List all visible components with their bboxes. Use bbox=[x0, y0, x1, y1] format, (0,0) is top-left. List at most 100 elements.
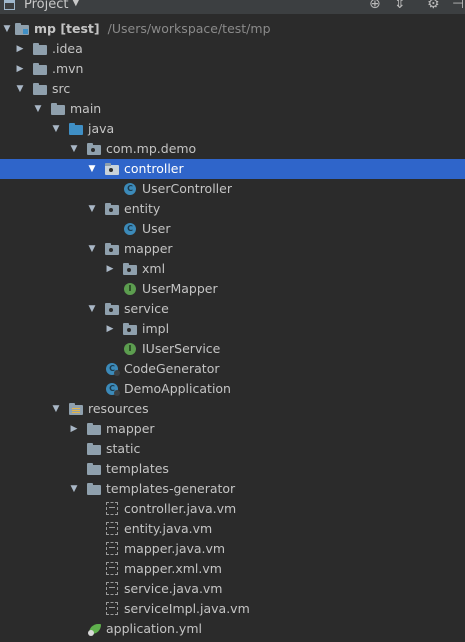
tree-node-controller[interactable]: ▼ controller bbox=[0, 159, 465, 179]
tree-node-label: mapper bbox=[106, 421, 155, 436]
expand-arrow-icon[interactable]: ▼ bbox=[51, 119, 61, 139]
tree-node-label: IUserService bbox=[142, 341, 221, 356]
tree-node-label: service bbox=[124, 301, 169, 316]
collapse-arrow-icon[interactable]: ▶ bbox=[105, 259, 115, 279]
tree-node-root[interactable]: ▼ mp [test] /Users/workspace/test/mp bbox=[0, 19, 465, 39]
tree-node-label: mapper.xml.vm bbox=[124, 561, 222, 576]
package-icon bbox=[105, 163, 119, 175]
collapse-icon[interactable]: ⇕ bbox=[394, 0, 406, 12]
tree-node-label: src bbox=[52, 81, 71, 96]
runnable-class-icon: C bbox=[106, 363, 120, 376]
template-file-icon bbox=[106, 542, 118, 555]
tree-node-label: controller bbox=[124, 161, 184, 176]
package-icon bbox=[123, 323, 137, 335]
project-tool-window: Project ▼ ⊕ ⇕ ⚙ ⊣ ▼ mp [test] /Users/work… bbox=[0, 0, 465, 642]
template-file-icon bbox=[106, 602, 118, 615]
expand-arrow-icon[interactable]: ▼ bbox=[87, 159, 97, 179]
collapse-arrow-icon[interactable]: ▶ bbox=[105, 319, 115, 339]
tree-node-impl[interactable]: ▶ impl bbox=[0, 319, 465, 339]
template-file-icon bbox=[106, 562, 118, 575]
tree-node-java[interactable]: ▼ java bbox=[0, 119, 465, 139]
project-icon bbox=[4, 0, 15, 10]
module-folder-icon bbox=[15, 23, 29, 35]
tree-node-iuserservice[interactable]: I IUserService bbox=[0, 339, 465, 359]
package-icon bbox=[105, 303, 119, 315]
tree-node-xml[interactable]: ▶ xml bbox=[0, 259, 465, 279]
tree-node-service-vm[interactable]: service.java.vm bbox=[0, 579, 465, 599]
tree-node-label: UserMapper bbox=[142, 281, 218, 296]
hide-icon[interactable]: ⊣ bbox=[452, 0, 464, 12]
tree-node-user[interactable]: C User bbox=[0, 219, 465, 239]
tree-node-demoapplication[interactable]: C DemoApplication bbox=[0, 379, 465, 399]
expand-arrow-icon[interactable]: ▼ bbox=[69, 139, 79, 159]
tree-node-resources-mapper[interactable]: ▶ mapper bbox=[0, 419, 465, 439]
expand-arrow-icon[interactable]: ▼ bbox=[87, 199, 97, 219]
tree-node-service[interactable]: ▼ service bbox=[0, 299, 465, 319]
tree-node-label: resources bbox=[88, 401, 149, 416]
tree-node-package[interactable]: ▼ com.mp.demo bbox=[0, 139, 465, 159]
project-view-title[interactable]: Project bbox=[24, 0, 68, 12]
folder-icon bbox=[87, 423, 101, 435]
tree-node-mapper-xml-vm[interactable]: mapper.xml.vm bbox=[0, 559, 465, 579]
crosshair-icon[interactable]: ⊕ bbox=[369, 0, 381, 12]
tree-node-label: mapper.java.vm bbox=[124, 541, 226, 556]
tree-node-usermapper[interactable]: I UserMapper bbox=[0, 279, 465, 299]
collapse-arrow-icon[interactable]: ▶ bbox=[15, 39, 25, 59]
expand-arrow-icon[interactable]: ▼ bbox=[87, 299, 97, 319]
tree-node-usercontroller[interactable]: C UserController bbox=[0, 179, 465, 199]
interface-icon: I bbox=[124, 343, 136, 355]
tree-node-controller-vm[interactable]: controller.java.vm bbox=[0, 499, 465, 519]
tree-node-entity[interactable]: ▼ entity bbox=[0, 199, 465, 219]
tree-node-label: CodeGenerator bbox=[124, 361, 220, 376]
folder-icon bbox=[87, 443, 101, 455]
tree-node-entity-vm[interactable]: entity.java.vm bbox=[0, 519, 465, 539]
tree-node-resources[interactable]: ▼ resources bbox=[0, 399, 465, 419]
expand-arrow-icon[interactable]: ▼ bbox=[2, 19, 12, 39]
template-file-icon bbox=[106, 502, 118, 515]
tree-node-src[interactable]: ▼ src bbox=[0, 79, 465, 99]
collapse-arrow-icon[interactable]: ▶ bbox=[15, 59, 25, 79]
tree-node-label: controller.java.vm bbox=[124, 501, 237, 516]
tree-node-templates[interactable]: templates bbox=[0, 459, 465, 479]
tree-node-label: serviceImpl.java.vm bbox=[124, 601, 250, 616]
tree-node-main[interactable]: ▼ main bbox=[0, 99, 465, 119]
source-folder-icon bbox=[69, 123, 83, 135]
tree-node-label: DemoApplication bbox=[124, 381, 231, 396]
tree-node-label: impl bbox=[142, 321, 170, 336]
expand-arrow-icon[interactable]: ▼ bbox=[69, 479, 79, 499]
template-file-icon bbox=[106, 522, 118, 535]
tree-node-label: static bbox=[106, 441, 141, 456]
tree-node-static[interactable]: static bbox=[0, 439, 465, 459]
tree-node-label: application.yml bbox=[106, 621, 202, 636]
module-path: /Users/workspace/test/mp bbox=[107, 21, 271, 36]
tree-node-mapper-vm[interactable]: mapper.java.vm bbox=[0, 539, 465, 559]
class-icon: C bbox=[124, 223, 136, 235]
collapse-arrow-icon[interactable]: ▶ bbox=[69, 419, 79, 439]
package-icon bbox=[105, 243, 119, 255]
tree-node-mvn[interactable]: ▶ .mvn bbox=[0, 59, 465, 79]
tree-node-label: .idea bbox=[52, 41, 83, 56]
tree-node-label: templates-generator bbox=[106, 481, 236, 496]
tree-node-application-yml[interactable]: application.yml bbox=[0, 619, 465, 639]
tree-node-label: entity bbox=[124, 201, 161, 216]
runnable-class-icon: C bbox=[106, 383, 120, 396]
resources-folder-icon bbox=[69, 403, 83, 415]
tree-node-label: User bbox=[142, 221, 171, 236]
folder-icon bbox=[33, 63, 47, 75]
tree-node-serviceimpl-vm[interactable]: serviceImpl.java.vm bbox=[0, 599, 465, 619]
gear-icon[interactable]: ⚙ bbox=[427, 0, 440, 12]
tree-node-mapper[interactable]: ▼ mapper bbox=[0, 239, 465, 259]
expand-arrow-icon[interactable]: ▼ bbox=[33, 99, 43, 119]
tree-node-codegenerator[interactable]: C CodeGenerator bbox=[0, 359, 465, 379]
expand-arrow-icon[interactable]: ▼ bbox=[15, 79, 25, 99]
tree-node-idea[interactable]: ▶ .idea bbox=[0, 39, 465, 59]
template-file-icon bbox=[106, 582, 118, 595]
tree-node-label: mapper bbox=[124, 241, 173, 256]
expand-arrow-icon[interactable]: ▼ bbox=[51, 399, 61, 419]
expand-arrow-icon[interactable]: ▼ bbox=[87, 239, 97, 259]
tree-node-label: templates bbox=[106, 461, 169, 476]
tree-node-templates-generator[interactable]: ▼ templates-generator bbox=[0, 479, 465, 499]
tree-node-label: xml bbox=[142, 261, 166, 276]
view-dropdown-icon[interactable]: ▼ bbox=[72, 0, 80, 8]
tree-node-label: UserController bbox=[142, 181, 232, 196]
